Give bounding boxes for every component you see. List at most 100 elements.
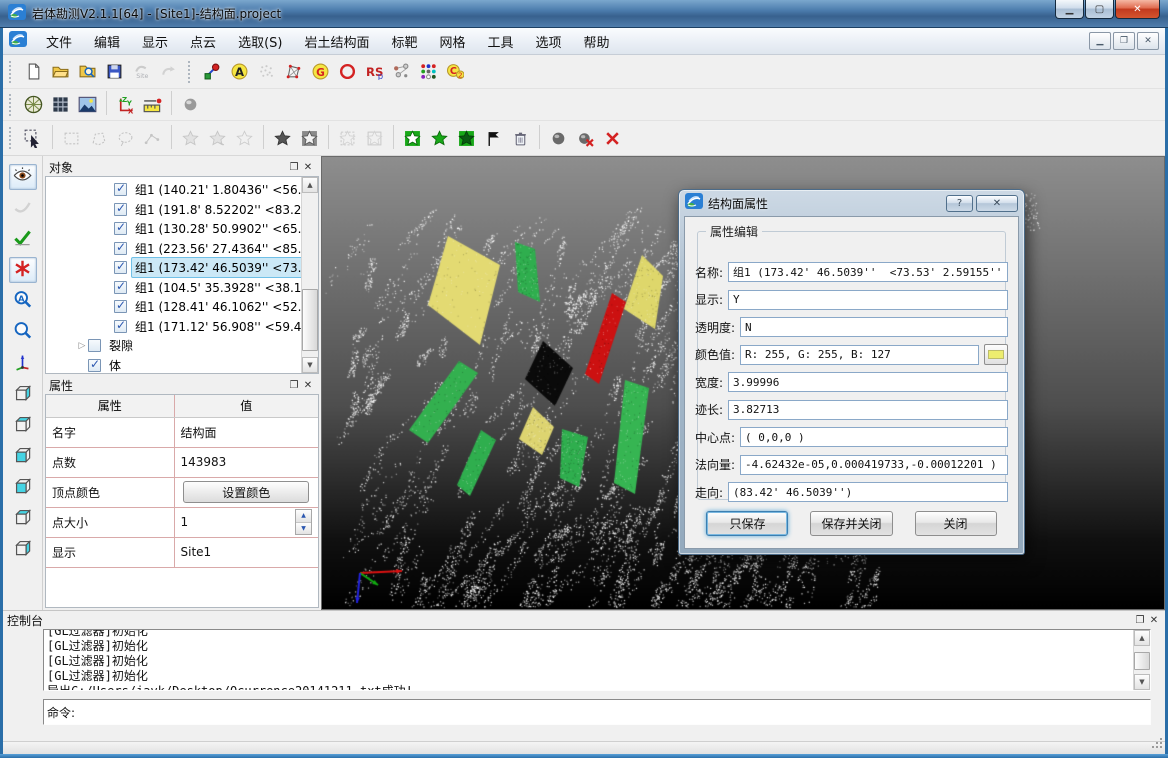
scroll-up-icon[interactable]: ▲ — [1134, 630, 1150, 646]
menu-item-[interactable]: 点云 — [179, 28, 227, 55]
eye-tool-button[interactable] — [9, 164, 37, 190]
star-green-grid-button[interactable] — [453, 125, 480, 152]
scroll-down-icon[interactable]: ▼ — [1134, 674, 1150, 690]
prop-value[interactable]: Site1 — [174, 537, 318, 567]
measure-ruler-button[interactable] — [139, 91, 166, 118]
zoom-a-button[interactable]: A — [9, 288, 37, 314]
console-scrollbar[interactable]: ▲ ▼ — [1133, 630, 1150, 690]
maximize-button[interactable]: ▢ — [1085, 0, 1114, 19]
dialog-help-button[interactable]: ? — [946, 195, 973, 212]
prop-value[interactable]: 结构面 — [174, 417, 318, 447]
cube-3-button[interactable] — [9, 443, 37, 469]
tree-scrollbar[interactable]: ▲ ▼ — [301, 177, 318, 373]
toolbar-drag-handle[interactable] — [9, 94, 17, 116]
register-points-button[interactable] — [199, 58, 226, 85]
cube-4-button[interactable] — [9, 474, 37, 500]
toolbar-drag-handle[interactable] — [9, 127, 17, 149]
tree-item[interactable]: 组1 (171.12' 56.908'' <59.40'… — [46, 317, 301, 337]
field-input-6[interactable] — [728, 400, 1008, 420]
document-icon[interactable] — [9, 31, 27, 51]
tree-item[interactable]: 组1 (223.56' 27.4364'' <85.7'… — [46, 239, 301, 259]
spin-down-icon[interactable]: ▼ — [296, 523, 311, 535]
g-tool-button[interactable]: G — [307, 58, 334, 85]
sphere-delete-button[interactable] — [572, 125, 599, 152]
grid-view-button[interactable] — [47, 91, 74, 118]
cube-5-button[interactable] — [9, 505, 37, 531]
star-green-box-button[interactable] — [399, 125, 426, 152]
float-panel-icon[interactable]: ❐ — [287, 161, 301, 174]
field-input-5[interactable] — [728, 372, 1008, 392]
menu-item-[interactable]: 显示 — [131, 28, 179, 55]
mdi-minimize-button[interactable]: ▁ — [1089, 32, 1111, 50]
sphere-tool-button[interactable] — [177, 91, 204, 118]
field-input-3[interactable] — [740, 317, 1008, 337]
field-input-2[interactable] — [728, 290, 1008, 310]
dialog-close-button[interactable]: ✕ — [976, 195, 1018, 212]
menu-item-[interactable]: 岩土结构面 — [293, 28, 380, 55]
scrollbar-thumb[interactable] — [302, 289, 318, 351]
field-input-7[interactable] — [740, 427, 1008, 447]
spin-up-icon[interactable]: ▲ — [296, 510, 311, 523]
rsp-tool-button[interactable]: RSp — [361, 58, 388, 85]
visibility-checkbox[interactable] — [114, 203, 127, 216]
visibility-checkbox[interactable] — [114, 222, 127, 235]
visibility-checkbox[interactable] — [114, 281, 127, 294]
expander-icon[interactable]: ▷ — [76, 341, 88, 351]
toolbar-drag-handle[interactable] — [188, 61, 196, 83]
visibility-checkbox[interactable] — [114, 320, 127, 333]
visibility-checkbox[interactable] — [114, 300, 127, 313]
prop-value[interactable]: 143983 — [174, 447, 318, 477]
tree-item[interactable]: 组1 (128.41' 46.1062'' <52.2… — [46, 297, 301, 317]
minimize-button[interactable]: ▁ — [1055, 0, 1084, 19]
cube-6-button[interactable] — [9, 536, 37, 562]
menu-item-[interactable]: 工具 — [477, 28, 525, 55]
point-size-value[interactable]: 1 — [181, 515, 296, 529]
close-panel-icon[interactable]: ✕ — [1147, 614, 1161, 627]
scroll-down-icon[interactable]: ▼ — [302, 357, 318, 373]
annotate-a-button[interactable]: A — [226, 58, 253, 85]
check-tool-button[interactable] — [9, 226, 37, 252]
color-swatch-button[interactable] — [984, 344, 1008, 365]
prop-value[interactable]: 1 ▲▼ — [174, 507, 318, 537]
field-input-1[interactable] — [728, 262, 1008, 282]
visibility-checkbox[interactable] — [114, 242, 127, 255]
menu-item-[interactable]: 帮助 — [573, 28, 621, 55]
visibility-checkbox[interactable] — [114, 183, 127, 196]
menu-item-[interactable]: 文件 — [35, 28, 83, 55]
search-project-button[interactable] — [74, 58, 101, 85]
open-project-button[interactable] — [47, 58, 74, 85]
close-dialog-button[interactable]: 关闭 — [915, 511, 997, 536]
delete-item-button[interactable] — [507, 125, 534, 152]
menu-item-[interactable]: 编辑 — [83, 28, 131, 55]
tree-item[interactable]: 组1 (130.28' 50.9902'' <65.1'… — [46, 219, 301, 239]
axis-zyx-button[interactable]: ZYX — [112, 91, 139, 118]
visibility-checkbox[interactable] — [114, 261, 127, 274]
close-button[interactable]: ✕ — [1115, 0, 1160, 19]
menu-item-[interactable]: 选项 — [525, 28, 573, 55]
cube-1-button[interactable] — [9, 381, 37, 407]
menu-item-[interactable]: 网格 — [429, 28, 477, 55]
mdi-restore-button[interactable]: ❐ — [1113, 32, 1135, 50]
zoom-tool-button[interactable] — [9, 319, 37, 345]
sphere-view-button[interactable] — [545, 125, 572, 152]
c2-tool-button[interactable]: C2 — [442, 58, 469, 85]
resize-grip[interactable] — [1151, 734, 1163, 753]
o-tool-button[interactable] — [334, 58, 361, 85]
tree-item[interactable]: 组1 (140.21' 1.80436'' <56.3… — [46, 180, 301, 200]
mdi-close-button[interactable]: ✕ — [1137, 32, 1159, 50]
tree-item[interactable]: ▷裂隙 — [46, 336, 301, 356]
tree-item[interactable]: 组1 (191.8' 8.52202'' <83.23'… — [46, 200, 301, 220]
set-color-button[interactable]: 设置颜色 — [183, 481, 309, 503]
float-panel-icon[interactable]: ❐ — [287, 379, 301, 392]
prop-value[interactable]: 设置颜色 — [174, 477, 318, 507]
axes-tool-button[interactable] — [9, 350, 37, 376]
tree-item[interactable]: 组1 (173.42' 46.5039'' <73.5… — [46, 258, 301, 278]
terrain-view-button[interactable] — [74, 91, 101, 118]
viewport-3d[interactable]: 结构面属性 ? ✕ 属性编辑 名称:显示:透明度:颜色值:宽度:迹长:中心点:法… — [321, 156, 1165, 610]
save-only-button[interactable]: 只保存 — [706, 511, 788, 536]
float-panel-icon[interactable]: ❐ — [1133, 614, 1147, 627]
visibility-checkbox[interactable] — [88, 359, 101, 372]
command-input[interactable]: 命令: — [43, 699, 1151, 725]
star-green-button[interactable] — [426, 125, 453, 152]
globe-view-button[interactable] — [20, 91, 47, 118]
